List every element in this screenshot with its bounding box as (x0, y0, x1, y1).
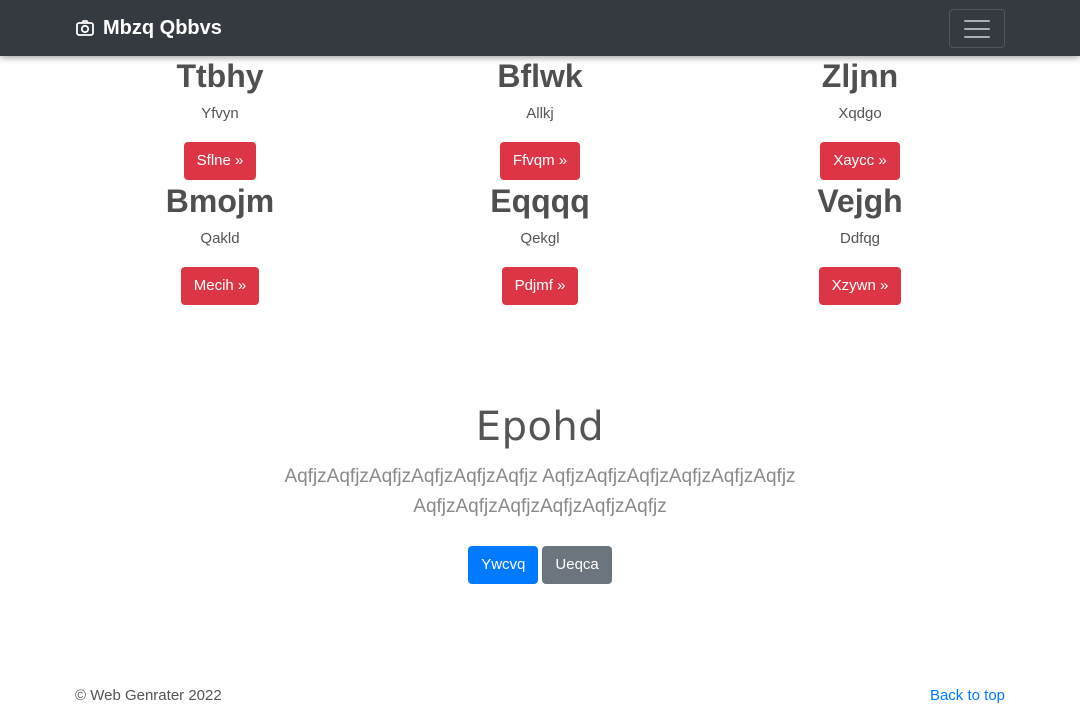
hero-title: Epohd (475, 404, 605, 450)
back-to-top-link[interactable]: Back to top (930, 686, 1005, 706)
card-text: Ddfqg (839, 230, 881, 247)
feature-card: Bflwk Allkj Ffvqm » (380, 58, 700, 180)
card-button[interactable]: Xaycc » (820, 142, 900, 180)
camera-icon (75, 18, 95, 38)
card-text: Xqdgo (838, 105, 882, 122)
feature-card: Bmojm Qakld Mecih » (60, 183, 380, 305)
card-button[interactable]: Mecih » (180, 267, 260, 305)
brand-link[interactable]: Mbzq Qbbvs (75, 16, 222, 40)
brand-name: Mbzq Qbbvs (103, 16, 222, 39)
top-navbar: Mbzq Qbbvs (0, 0, 1080, 56)
feature-card: Eqqqq Qekgl Pdjmf » (380, 183, 700, 305)
card-button[interactable]: Pdjmf » (501, 267, 579, 305)
hero-section: Epohd AqfjzAqfjzAqfjzAqfjzAqfjzAqfjz Aqf… (0, 404, 1080, 584)
card-button[interactable]: Sflne » (183, 142, 257, 180)
card-button[interactable]: Ffvqm » (499, 142, 581, 180)
card-text: Yfvyn (201, 105, 239, 122)
primary-button[interactable]: Ywcvq (468, 546, 539, 584)
hero-lead-text: AqfjzAqfjzAqfjzAqfjzAqfjzAqfjz AqfjzAqfj… (284, 466, 796, 517)
hamburger-menu-icon (964, 19, 990, 38)
footer-copyright: © Web Genrater 2022 (75, 687, 222, 704)
card-text: Qakld (200, 230, 240, 247)
card-text: Allkj (526, 105, 554, 122)
card-title: Eqqqq (490, 183, 590, 219)
hero-button-group: Ywcvq Ueqca (0, 546, 1080, 584)
card-button[interactable]: Xzywn » (818, 267, 902, 305)
card-title: Bmojm (165, 183, 275, 219)
card-text: Qekgl (520, 230, 560, 247)
card-title: Bflwk (497, 58, 583, 94)
feature-card: Zljnn Xqdgo Xaycc » (700, 58, 1020, 180)
card-title: Vejgh (817, 183, 903, 219)
navbar-toggler-button[interactable] (949, 9, 1005, 48)
card-title: Zljnn (821, 58, 899, 94)
feature-card: Ttbhy Yfvyn Sflne » (60, 58, 380, 180)
feature-card: Vejgh Ddfqg Xzywn » (700, 183, 1020, 305)
card-title: Ttbhy (176, 58, 264, 94)
secondary-button[interactable]: Ueqca (542, 546, 612, 584)
